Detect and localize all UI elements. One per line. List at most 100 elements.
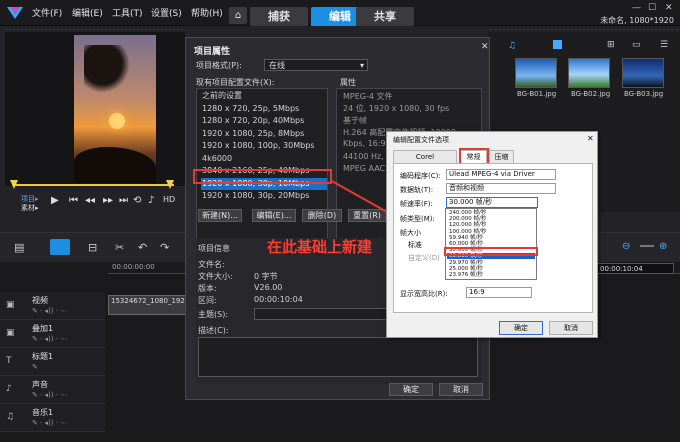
menu-settings[interactable]: 设置(S) (151, 6, 182, 19)
track-controls[interactable]: ✎ · ◂)) · ⋯ (32, 391, 67, 399)
prev-frame-icon[interactable]: ◂◂ (85, 195, 95, 206)
edit-profile-button[interactable]: 编辑(E)... (252, 209, 296, 222)
home-start-icon[interactable]: ⏮ (69, 195, 78, 206)
options-icon[interactable]: ☰ (660, 40, 668, 50)
zoom-out-icon[interactable]: ⊖ (622, 241, 630, 252)
minimize-button[interactable]: — (632, 3, 641, 13)
redo-icon[interactable]: ↷ (160, 241, 169, 254)
aspect-select[interactable]: 16:9 (466, 287, 532, 298)
play-icon[interactable]: ▶ (51, 195, 59, 206)
list-item[interactable]: 29.970 帧/秒 (447, 260, 535, 266)
menu-help[interactable]: 帮助(H) (191, 6, 223, 19)
framerate-dropdown[interactable]: 240.000 帧/秒 200.000 帧/秒 120.000 帧/秒 100.… (445, 208, 537, 280)
list-item[interactable]: 1280 x 720, 20p, 40Mbps (201, 115, 327, 127)
track-title[interactable]: T 标题1 ✎ (0, 348, 105, 376)
cut-icon[interactable]: ✂ (115, 241, 124, 254)
track-controls[interactable]: ✎ · ◂)) · ⋯ (32, 335, 67, 343)
reset-profile-button[interactable]: 重置(R) (348, 209, 386, 222)
thumb-label: BG-B02.jpg (571, 90, 611, 98)
close-icon[interactable]: ✕ (481, 42, 489, 52)
timeline-clip[interactable]: 15324672_1080_1920 (108, 295, 188, 315)
library-thumb[interactable] (568, 58, 610, 88)
player-controls: ▶ ⏮ ◂◂ ▸▸ ⏭ ⟲ ♪ HD (5, 193, 187, 213)
view-icon[interactable] (553, 40, 562, 49)
list-item[interactable]: 1920 x 1080, 100p, 30Mbps (201, 140, 327, 152)
subject-input[interactable] (254, 308, 394, 320)
cancel-button[interactable]: 取消 (439, 383, 483, 396)
panel-grip (4, 28, 184, 31)
project-name: 未命名, 1080*1920 (600, 16, 674, 25)
end-icon[interactable]: ⏭ (119, 195, 128, 206)
list-item[interactable]: 120.000 帧/秒 (447, 222, 535, 228)
info-value: 0 字节 (254, 272, 278, 281)
audio-filter-icon[interactable]: ♫ (508, 41, 516, 51)
thumb-label: BG-B03.jpg (624, 90, 664, 98)
video-track-icon: ▣ (6, 300, 15, 310)
storyboard-view-icon[interactable]: ▤ (14, 241, 24, 254)
property-line: 基于帧 (343, 116, 367, 125)
folder-icon[interactable]: ▭ (632, 40, 641, 50)
zoom-in-icon[interactable]: ⊕ (659, 241, 667, 252)
description-textarea[interactable] (198, 337, 478, 377)
tab-share[interactable]: 共享 (356, 7, 414, 26)
sort-icon[interactable]: ⊞ (607, 40, 615, 50)
menu-edit[interactable]: 编辑(E) (72, 6, 103, 19)
list-item[interactable]: 之前的设置 (201, 90, 327, 102)
timecode-display[interactable]: 00:00:10:04 (596, 263, 674, 274)
standard-radio[interactable]: 标准 (408, 240, 422, 250)
next-frame-icon[interactable]: ▸▸ (103, 195, 113, 206)
track-overlay[interactable]: ▣ 叠加1 ✎ · ◂)) · ⋯ (0, 320, 105, 348)
format-select[interactable]: 在线 ▾ (264, 59, 368, 71)
codec-select[interactable]: Ulead MPEG-4 via Driver (446, 169, 556, 180)
delete-profile-button[interactable]: 删除(D) (302, 209, 342, 222)
home-icon[interactable]: ⌂ (229, 7, 247, 24)
volume-icon[interactable]: ♪ (148, 195, 154, 206)
maximize-button[interactable]: ☐ (648, 3, 656, 13)
close-icon[interactable]: ✕ (587, 134, 594, 143)
ok-button[interactable]: 确定 (499, 321, 543, 335)
new-profile-button[interactable]: 新建(N)... (198, 209, 242, 222)
timeline-view-icon[interactable] (50, 239, 70, 255)
profiles-label: 现有项目配置文件(X): (196, 78, 275, 87)
menu-file[interactable]: 文件(F) (32, 6, 62, 19)
tab-capture[interactable]: 捕获 (250, 7, 308, 26)
library-thumb[interactable] (515, 58, 557, 88)
library-thumb[interactable] (622, 58, 664, 88)
framerate-select[interactable]: 30.000 帧/秒 (446, 197, 538, 208)
track-voice[interactable]: ♪ 声音 ✎ · ◂)) · ⋯ (0, 376, 105, 404)
hd-button[interactable]: HD (163, 195, 175, 204)
track-controls[interactable]: ✎ · ◂)) · ⋯ (32, 419, 67, 427)
list-item[interactable]: 23.976 帧/秒 (447, 272, 535, 278)
thumb-label: BG-B01.jpg (517, 90, 557, 98)
menu-tools[interactable]: 工具(T) (112, 6, 143, 19)
track-controls[interactable]: ✎ (32, 363, 38, 371)
close-button[interactable]: ✕ (665, 3, 673, 13)
ok-button[interactable]: 确定 (389, 383, 433, 396)
repeat-icon[interactable]: ⟲ (133, 195, 141, 206)
app-logo-icon (7, 7, 23, 19)
edit-tools-icon[interactable]: ⊟ (88, 241, 97, 254)
info-label: 主题(S): (198, 310, 229, 319)
list-item[interactable]: 25.000 帧/秒 (447, 266, 535, 272)
info-label: 文件大小: (198, 272, 233, 281)
tab-videostudio[interactable]: Corel VideoStudio (393, 150, 457, 173)
cancel-button[interactable]: 取消 (549, 321, 593, 335)
track-controls[interactable]: ✎ · ◂)) · ⋯ (32, 307, 67, 315)
track-music[interactable]: ♫ 音乐1 ✎ · ◂)) · ⋯ (0, 404, 105, 432)
aspect-label: 显示宽高比(R): (400, 290, 448, 298)
list-item[interactable]: 59.940 帧/秒 (447, 235, 535, 241)
list-item[interactable]: 1920 x 1080, 25p, 8Mbps (201, 128, 327, 140)
tab-compression[interactable]: 压缩 (489, 150, 514, 163)
list-item[interactable]: 4k6000 (201, 153, 327, 165)
info-value: V26.00 (254, 283, 283, 292)
track-name: 音乐1 (32, 408, 54, 417)
undo-icon[interactable]: ↶ (138, 241, 147, 254)
trim-bar[interactable] (8, 180, 174, 189)
list-item[interactable]: 100.000 帧/秒 (447, 229, 535, 235)
list-item[interactable]: 1280 x 720, 25p, 5Mbps (201, 103, 327, 115)
custom-radio[interactable]: 自定义(D) (408, 253, 440, 263)
zoom-slider[interactable] (640, 245, 654, 247)
datatrack-select[interactable]: 音频和视频 (446, 183, 556, 194)
list-item[interactable]: 1920 x 1080, 30p, 20Mbps (201, 190, 327, 202)
track-video[interactable]: ▣ 视频 ✎ · ◂)) · ⋯ (0, 292, 105, 320)
